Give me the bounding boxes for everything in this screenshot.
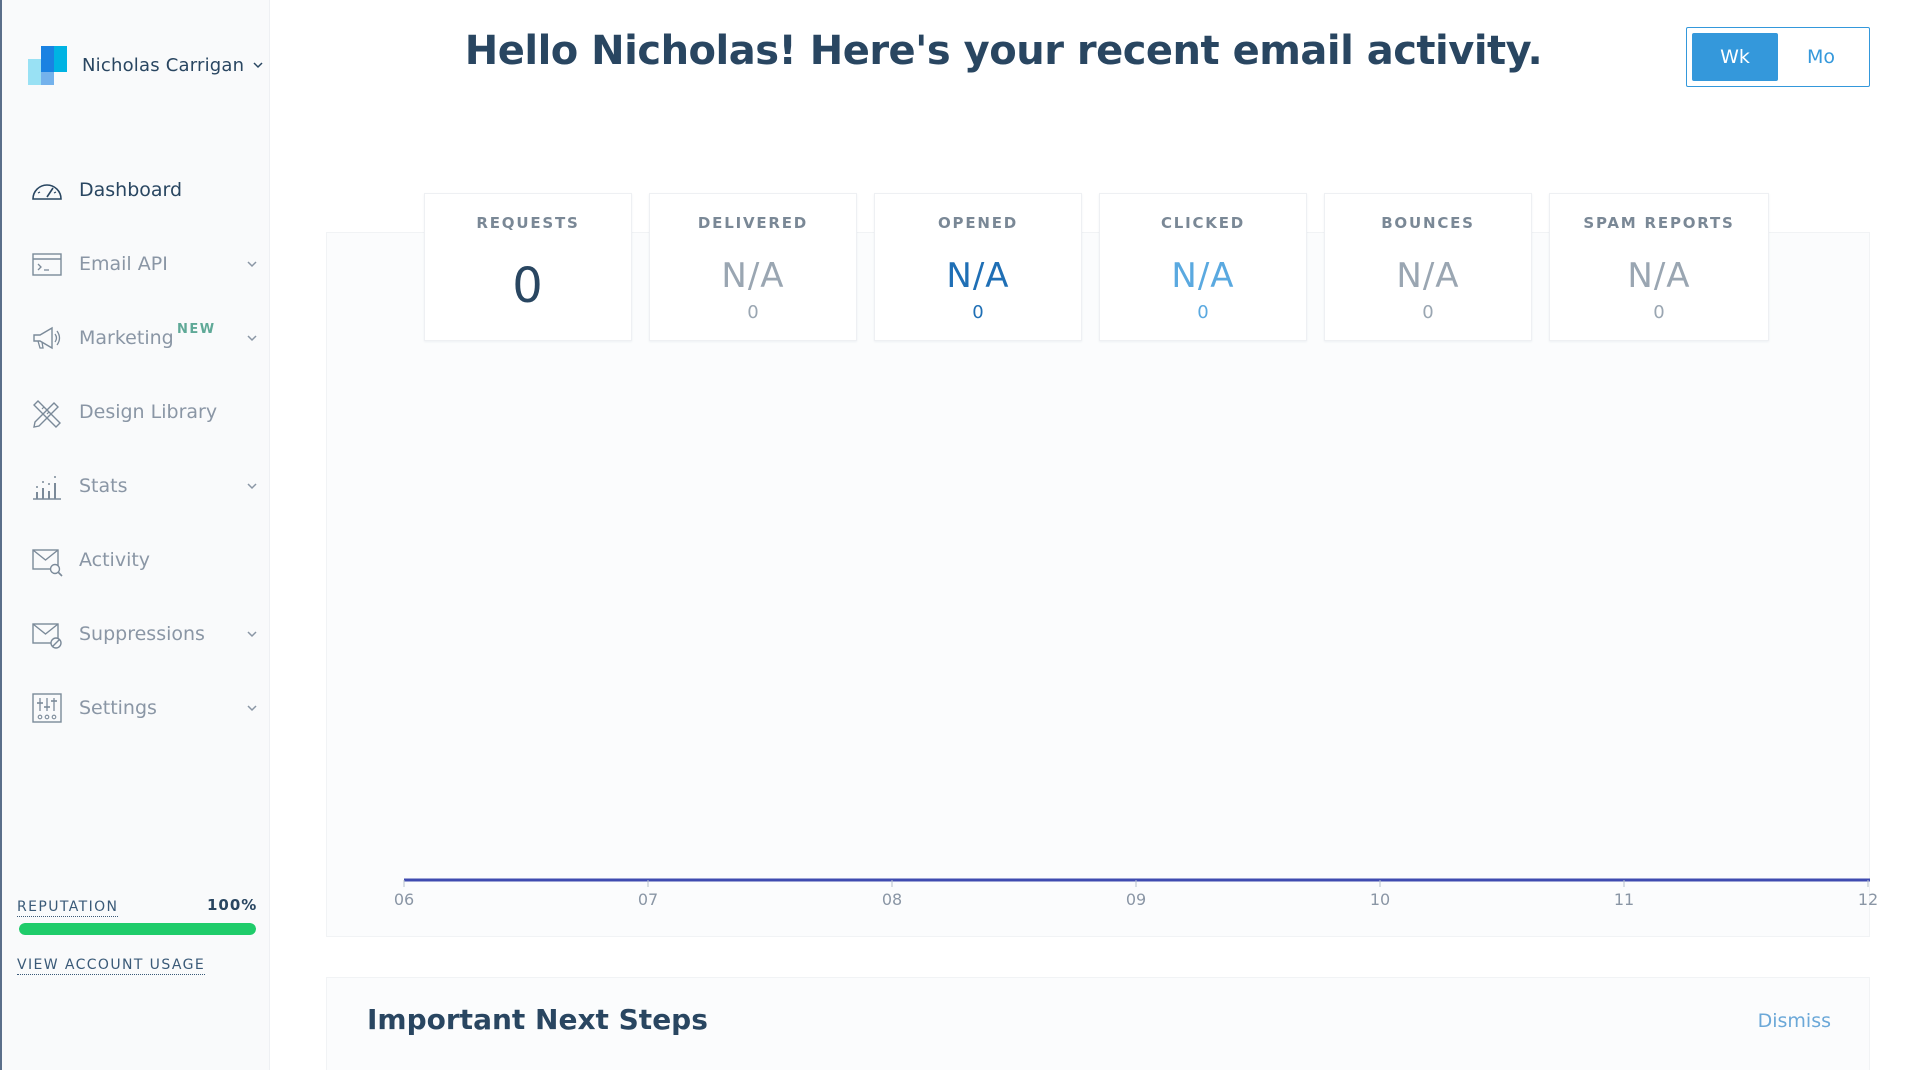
x-tick-label: 08	[882, 890, 902, 909]
x-tick-label: 09	[1126, 890, 1146, 909]
x-tick-label: 07	[638, 890, 658, 909]
app-root: Nicholas Carrigan Dashboard Email API Ma…	[0, 0, 1906, 1070]
x-tick-label: 12	[1858, 890, 1878, 909]
x-tick-label: 06	[394, 890, 414, 909]
next-steps-title: Important Next Steps	[367, 1003, 708, 1036]
x-tick-label: 10	[1370, 890, 1390, 909]
x-tick-label: 11	[1614, 890, 1634, 909]
activity-line-chart: 06 07 08 09 10 11 12	[394, 878, 1878, 909]
dismiss-link[interactable]: Dismiss	[1758, 1010, 1831, 1032]
next-steps-panel: Important Next Steps Dismiss	[326, 977, 1870, 1070]
